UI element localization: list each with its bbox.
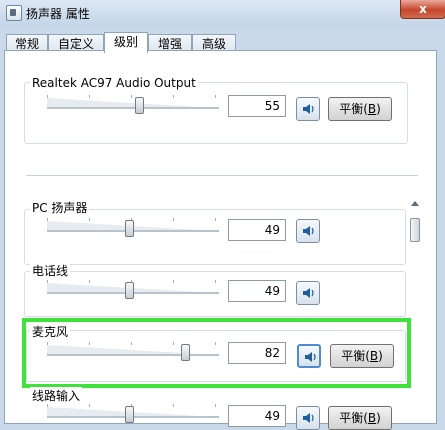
master-volume-value[interactable]: 55	[228, 95, 286, 117]
speaker-icon	[303, 104, 314, 114]
speaker-app-icon	[6, 5, 22, 21]
pc-speaker-label: PC 扬声器	[30, 199, 90, 216]
microphone-highlight-frame	[22, 318, 411, 388]
slider-tick	[89, 218, 90, 221]
slider-tick	[131, 95, 132, 98]
slider-tick	[173, 95, 174, 98]
pc-speaker-volume-value[interactable]: 49	[228, 219, 286, 241]
pc-speaker-mute-button[interactable]	[296, 219, 320, 243]
speaker-icon	[303, 413, 314, 423]
slider-thumb[interactable]	[125, 220, 134, 237]
tab-levels[interactable]: 级别	[104, 32, 148, 53]
phone-line-mute-button[interactable]	[296, 281, 320, 305]
master-balance-button[interactable]: 平衡(B)	[328, 97, 392, 121]
speaker-icon	[303, 288, 314, 298]
line-in-volume-slider[interactable]	[47, 403, 227, 423]
close-button[interactable]: x	[400, 0, 445, 19]
pc-speaker-volume-slider[interactable]	[47, 217, 227, 237]
slider-tick	[173, 280, 174, 283]
phone-line-volume-value[interactable]: 49	[228, 280, 286, 302]
slider-tick	[215, 218, 216, 221]
title-bar: 扬声器 属性 x	[0, 0, 445, 26]
slider-tick	[215, 280, 216, 283]
slider-thumb[interactable]	[125, 406, 134, 423]
slider-tick	[47, 280, 48, 283]
slider-tick	[89, 95, 90, 98]
slider-thumb[interactable]	[125, 282, 134, 299]
scrollbar-thumb[interactable]	[410, 218, 420, 242]
slider-track	[47, 107, 219, 109]
speaker-icon	[303, 226, 314, 236]
window-title: 扬声器 属性	[26, 7, 90, 21]
slider-thumb[interactable]	[135, 97, 144, 114]
master-label: Realtek AC97 Audio Output	[30, 76, 198, 90]
phone-line-label: 电话线	[30, 262, 71, 279]
master-mute-button[interactable]	[296, 97, 320, 121]
slider-tick	[89, 404, 90, 407]
line-in-mute-button[interactable]	[296, 406, 320, 430]
phone-line-volume-slider[interactable]	[47, 279, 227, 299]
slider-tick	[173, 404, 174, 407]
slider-tick	[215, 404, 216, 407]
slider-tick	[47, 218, 48, 221]
line-in-balance-button[interactable]: 平衡(B)	[328, 406, 392, 430]
line-in-label: 线路输入	[30, 387, 83, 404]
slider-tick	[47, 404, 48, 407]
scroll-up-arrow-icon[interactable]	[408, 197, 422, 211]
slider-tick	[89, 280, 90, 283]
separator	[26, 175, 418, 176]
master-volume-slider[interactable]	[47, 94, 227, 114]
slider-tick	[47, 95, 48, 98]
slider-tick	[173, 218, 174, 221]
slider-tick	[215, 95, 216, 98]
